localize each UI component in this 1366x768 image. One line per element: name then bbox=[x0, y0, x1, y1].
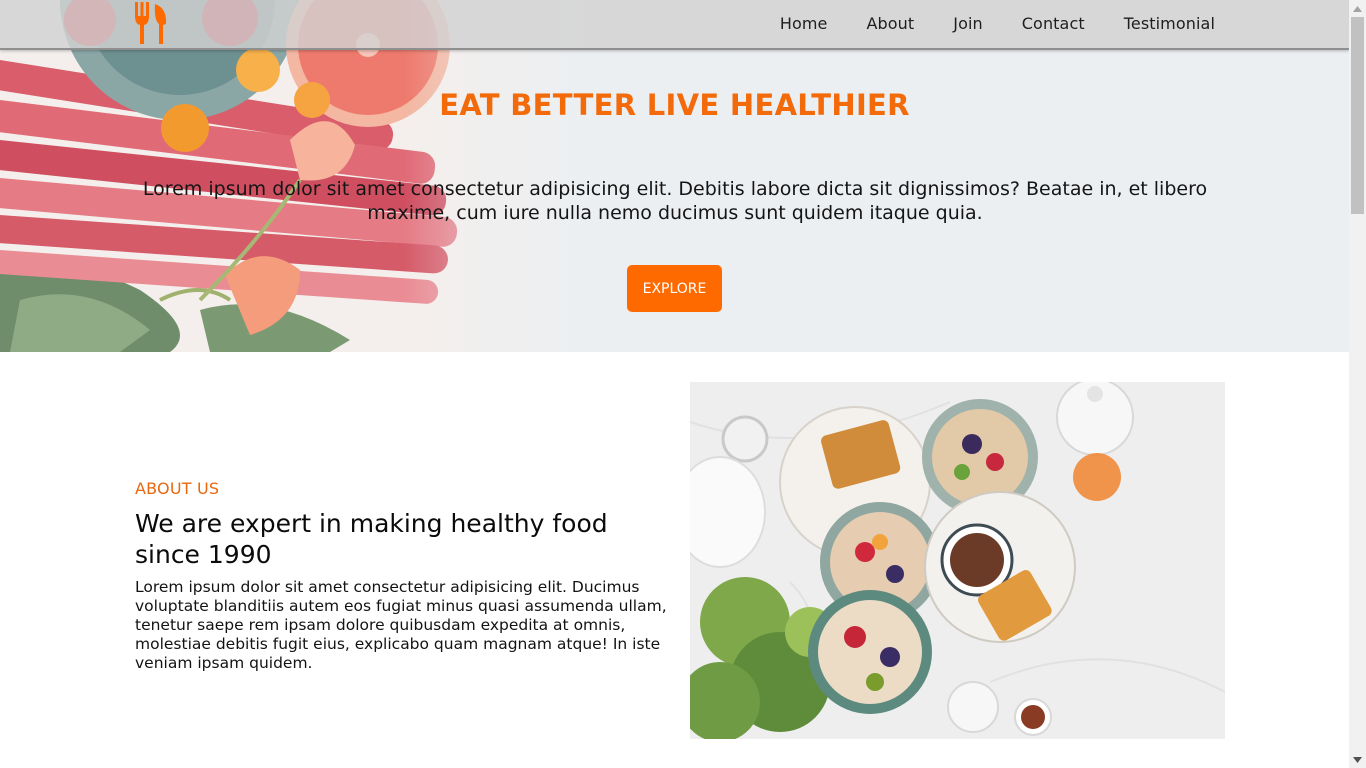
explore-button[interactable]: EXPLORE bbox=[627, 265, 722, 312]
nav-link-join[interactable]: Join bbox=[953, 14, 983, 33]
nav-link-home[interactable]: Home bbox=[780, 14, 828, 33]
about-description: Lorem ipsum dolor sit amet consectetur a… bbox=[135, 578, 667, 672]
about-heading: We are expert in making healthy food sin… bbox=[135, 509, 608, 569]
hero-title: EAT BETTER LIVE HEALTHIER bbox=[439, 88, 910, 122]
scroll-down-arrow-icon[interactable] bbox=[1349, 751, 1366, 768]
hero-description: Lorem ipsum dolor sit amet consectetur a… bbox=[142, 178, 1208, 224]
hero-section: EAT BETTER LIVE HEALTHIER Lorem ipsum do… bbox=[0, 0, 1349, 352]
nav-link-testimonial[interactable]: Testimonial bbox=[1124, 14, 1215, 33]
about-kicker: ABOUT US bbox=[135, 479, 220, 498]
healthy-breakfast-image bbox=[690, 382, 1225, 739]
nav-link-contact[interactable]: Contact bbox=[1022, 14, 1085, 33]
nav-links: Home About Join Contact Testimonial bbox=[741, 0, 1215, 46]
fork-and-knife-logo-icon[interactable] bbox=[133, 0, 169, 46]
top-navbar: Home About Join Contact Testimonial bbox=[0, 0, 1349, 50]
nav-link-about[interactable]: About bbox=[866, 14, 914, 33]
scroll-up-arrow-icon[interactable] bbox=[1349, 0, 1366, 17]
scrollbar-thumb[interactable] bbox=[1351, 17, 1364, 214]
vertical-scrollbar[interactable] bbox=[1349, 0, 1366, 768]
